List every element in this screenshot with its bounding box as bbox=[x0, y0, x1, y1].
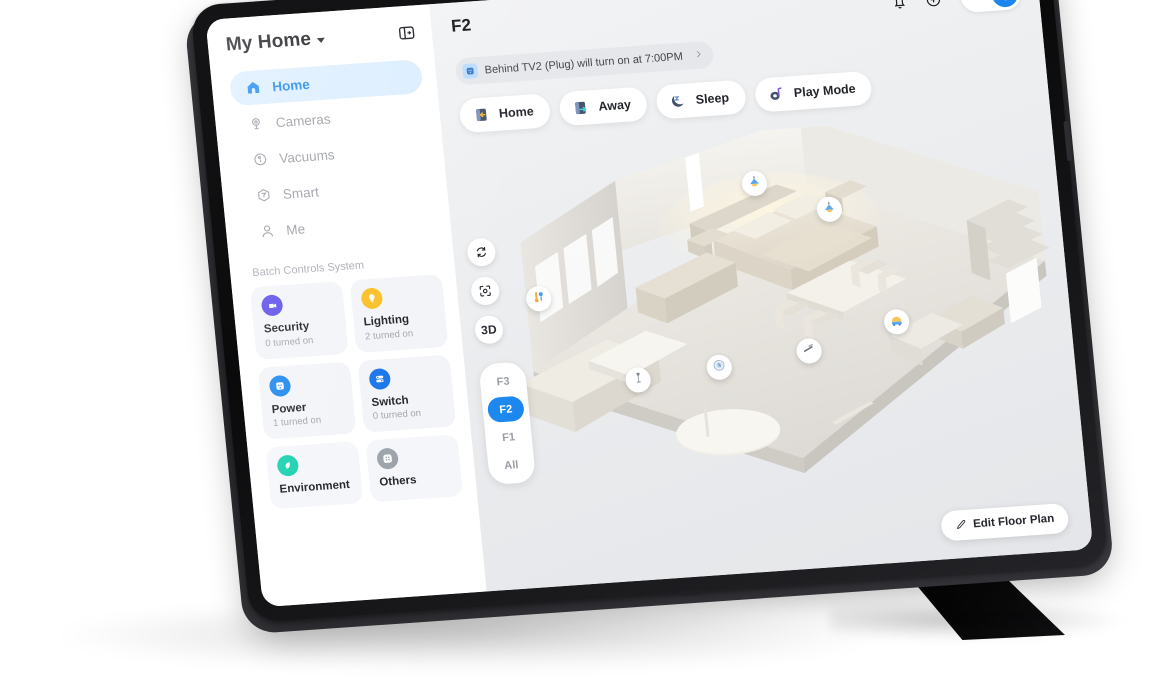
grid-dots-icon bbox=[376, 447, 400, 471]
switch-icon bbox=[368, 367, 392, 390]
pendant-lamp-icon bbox=[746, 173, 763, 194]
device-marker-robot-vacuum[interactable] bbox=[882, 308, 911, 336]
mode-label: Sleep bbox=[695, 90, 730, 107]
sidebar-item-label: Home bbox=[271, 76, 311, 94]
bulb-icon bbox=[360, 287, 384, 310]
sidebar-item-label: Vacuums bbox=[278, 146, 336, 166]
3d-mode-button[interactable]: 3D bbox=[473, 314, 505, 345]
leaf-icon bbox=[276, 454, 300, 478]
batch-card-sub: 0 turned on bbox=[264, 334, 314, 350]
smart-icon bbox=[254, 186, 273, 204]
music-note-icon bbox=[765, 84, 787, 105]
floor-label: F1 bbox=[501, 430, 516, 444]
pencil-icon bbox=[954, 517, 967, 533]
shield-camera-icon bbox=[260, 294, 284, 317]
door-arrow-out-icon bbox=[570, 97, 592, 118]
door-arrow-in-icon bbox=[470, 104, 492, 125]
batch-card-sub: 1 turned on bbox=[272, 415, 322, 430]
batch-card-title: Environment bbox=[279, 479, 351, 496]
view-mode-toggle bbox=[959, 0, 1023, 14]
floor-lamp-icon bbox=[630, 370, 646, 390]
sidebar-nav: Home Cameras Vacuums Smart Me bbox=[228, 59, 438, 250]
sidebar-item-label: Me bbox=[285, 220, 306, 238]
person-icon bbox=[258, 222, 277, 240]
batch-card-switch[interactable]: Switch 0 turned on bbox=[357, 354, 457, 433]
batch-card-sub: 0 turned on bbox=[372, 408, 422, 423]
pendant-lamp-icon bbox=[821, 199, 838, 220]
batch-card-environment[interactable]: Environment bbox=[265, 441, 364, 510]
3d-label: 3D bbox=[480, 322, 498, 338]
mode-label: Play Mode bbox=[793, 81, 857, 101]
floor-button-f2[interactable]: F2 bbox=[486, 395, 526, 423]
batch-card-title: Others bbox=[378, 474, 418, 490]
light-strip-icon bbox=[801, 341, 818, 362]
floor-label: All bbox=[503, 458, 519, 472]
batch-controls-grid: Security 0 turned on Lighting 2 turned o… bbox=[249, 274, 464, 510]
device-marker-layer bbox=[492, 114, 1083, 482]
plus-icon[interactable] bbox=[922, 0, 944, 10]
device-marker-ceiling-lamp-1[interactable] bbox=[740, 170, 769, 197]
device-marker-air-sensor[interactable] bbox=[705, 353, 733, 381]
main-panel: F2 Behind TV2 (Plug) will turn on at 7:0… bbox=[428, 0, 1094, 592]
plug-icon bbox=[268, 374, 292, 397]
sidebar-header: My Home bbox=[225, 21, 419, 56]
mode-label: Home bbox=[498, 104, 535, 121]
kickstand-shadow bbox=[830, 600, 1130, 640]
page-title: F2 bbox=[450, 15, 472, 36]
screenshot-stage: My Home Home Cameras Vacuums Smart Me Ba… bbox=[0, 0, 1173, 695]
mode-label: Away bbox=[597, 97, 632, 114]
batch-card-security[interactable]: Security 0 turned on bbox=[249, 280, 349, 360]
device-marker-ceiling-lamp-2[interactable] bbox=[815, 195, 844, 223]
recenter-icon[interactable] bbox=[469, 276, 501, 306]
thermometer-icon bbox=[530, 288, 547, 309]
tablet-screen: My Home Home Cameras Vacuums Smart Me Ba… bbox=[205, 0, 1094, 608]
plug-badge-icon bbox=[461, 63, 479, 80]
floor-button-f1[interactable]: F1 bbox=[489, 423, 527, 450]
sidebar-item-label: Cameras bbox=[275, 110, 332, 130]
floor-button-f3[interactable]: F3 bbox=[484, 368, 522, 395]
floor-label: F3 bbox=[496, 374, 511, 388]
main-header: F2 bbox=[429, 0, 1040, 50]
floor-button-all[interactable]: All bbox=[492, 451, 530, 478]
device-marker-sensor-thermostat[interactable] bbox=[525, 285, 553, 313]
batch-card-lighting[interactable]: Lighting 2 turned on bbox=[349, 274, 449, 353]
device-marker-light-strip[interactable] bbox=[795, 337, 823, 365]
tablet-device: My Home Home Cameras Vacuums Smart Me Ba… bbox=[183, 0, 1115, 635]
list-view-icon[interactable] bbox=[963, 0, 991, 10]
sidebar-collapse-icon[interactable] bbox=[395, 21, 419, 44]
moon-z-icon bbox=[667, 91, 689, 112]
sidebar-item-label: Smart bbox=[282, 183, 320, 202]
batch-card-power[interactable]: Power 1 turned on bbox=[257, 361, 357, 440]
rotate-icon[interactable] bbox=[466, 237, 497, 268]
edit-floor-plan-label: Edit Floor Plan bbox=[972, 512, 1055, 531]
header-actions bbox=[887, 0, 1023, 18]
home-selector[interactable]: My Home bbox=[225, 28, 326, 57]
3d-view-icon[interactable] bbox=[990, 0, 1019, 8]
house-icon bbox=[243, 79, 262, 97]
chevron-down-icon bbox=[316, 37, 326, 44]
robot-vacuum-icon bbox=[888, 311, 905, 332]
round-sensor-icon bbox=[711, 357, 728, 378]
camera-icon bbox=[247, 115, 266, 133]
chevron-right-icon bbox=[693, 48, 703, 63]
device-marker-floor-lamp[interactable] bbox=[624, 366, 652, 394]
floorplan-viewport[interactable]: 3D F3 F2 F1 All Edit Floor Plan bbox=[442, 92, 1094, 591]
vacuum-icon bbox=[250, 150, 269, 168]
floor-label: F2 bbox=[498, 402, 513, 416]
batch-card-sub: 2 turned on bbox=[364, 327, 414, 343]
bell-icon[interactable] bbox=[888, 0, 910, 12]
home-name-label: My Home bbox=[224, 28, 313, 56]
batch-card-others[interactable]: Others bbox=[365, 434, 464, 503]
